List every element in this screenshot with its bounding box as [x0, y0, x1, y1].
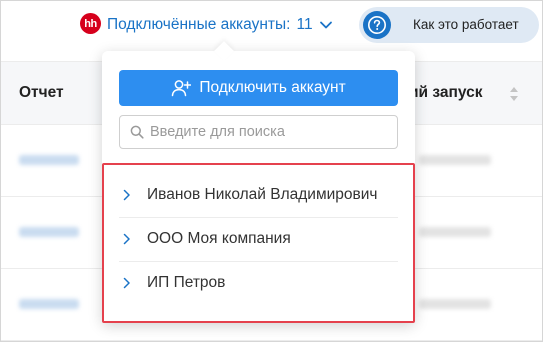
account-item[interactable]: ООО Моя компания: [119, 217, 398, 261]
connect-account-button[interactable]: Подключить аккаунт: [119, 70, 398, 106]
how-it-works-label: Как это работает: [413, 17, 519, 32]
search-icon: [130, 125, 144, 139]
account-item[interactable]: Иванов Николай Владимирович: [119, 173, 398, 217]
account-item-label: ИП Петров: [147, 274, 226, 291]
account-search-input[interactable]: [150, 124, 390, 140]
account-item-label: Иванов Николай Владимирович: [147, 186, 378, 203]
row-last-run: [419, 155, 491, 165]
column-header-report[interactable]: Отчет: [19, 84, 64, 102]
connected-accounts-toggle[interactable]: Подключённые аккаунты: 11: [107, 14, 333, 36]
column-header-last-run[interactable]: ий запуск: [409, 84, 482, 102]
account-item-label: ООО Моя компания: [147, 230, 291, 247]
connect-account-label: Подключить аккаунт: [199, 79, 346, 96]
add-user-icon: [172, 80, 192, 97]
row-last-run: [419, 299, 491, 309]
hh-logo: hh: [80, 13, 101, 34]
top-bar: hh Подключённые аккаунты: 11 Как это раб…: [1, 1, 542, 51]
chevron-right-icon: [123, 277, 130, 289]
accounts-dropdown: Подключить аккаунт Иванов Николай Владим…: [102, 51, 415, 323]
row-report-link[interactable]: [19, 227, 79, 237]
row-report-link[interactable]: [19, 299, 79, 309]
chevron-right-icon: [123, 233, 130, 245]
how-it-works-button[interactable]: Как это работает: [359, 7, 539, 43]
chevron-right-icon: [123, 189, 130, 201]
account-search-field[interactable]: [119, 115, 398, 149]
sort-icon[interactable]: [509, 86, 519, 102]
connected-accounts-count: 11: [296, 16, 313, 33]
app-frame: Отчет ий запуск hh Подключённые аккаунты…: [0, 0, 543, 342]
chevron-down-icon: [319, 21, 332, 29]
row-last-run: [419, 227, 491, 237]
account-item[interactable]: ИП Петров: [119, 261, 398, 305]
row-report-link[interactable]: [19, 155, 79, 165]
connected-accounts-label: Подключённые аккаунты:: [107, 16, 291, 33]
help-icon: [363, 11, 391, 39]
